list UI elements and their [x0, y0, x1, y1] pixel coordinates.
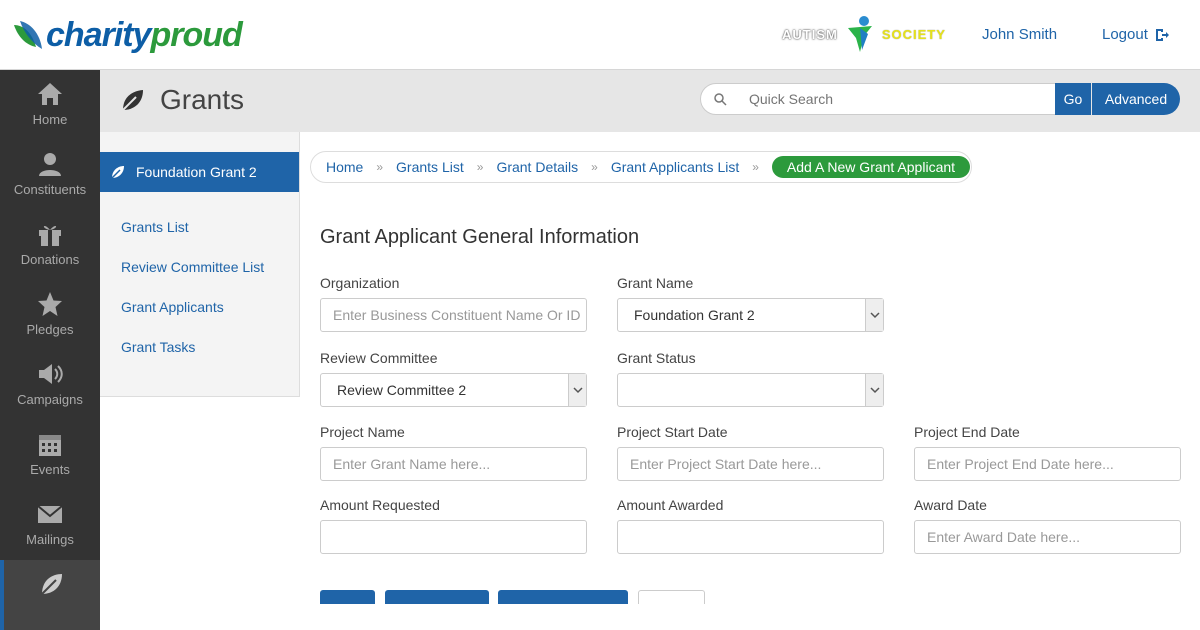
leaf-icon: [111, 166, 124, 179]
chevron-down-icon: [865, 374, 883, 406]
nav-item-home[interactable]: Home: [0, 70, 100, 140]
nav-item-label: Campaigns: [17, 392, 83, 407]
star-icon: [38, 292, 62, 316]
form-action-button[interactable]: [320, 590, 375, 604]
grant-sidebar-heading-text: Foundation Grant 2: [136, 164, 257, 180]
calendar-icon: [39, 435, 61, 456]
form-action-button[interactable]: [498, 590, 628, 604]
nav-item-label: Constituents: [13, 182, 87, 197]
review-committee-value: Review Committee 2: [337, 382, 467, 398]
amount-requested-label: Amount Requested: [320, 497, 440, 513]
amount-awarded-label: Amount Awarded: [617, 497, 724, 513]
review-committee-select[interactable]: Review Committee 2: [320, 373, 587, 407]
breadcrumb-separator: »: [591, 160, 598, 174]
leaf-logo-icon: [14, 21, 42, 49]
form-title: Grant Applicant General Information: [320, 226, 640, 248]
user-name-link[interactable]: John Smith: [982, 26, 1057, 43]
breadcrumb-separator: »: [376, 160, 384, 174]
home-icon: [38, 83, 62, 105]
breadcrumb-separator: »: [752, 160, 759, 174]
project-end-date-field[interactable]: Enter Project End Date here...: [914, 447, 1181, 481]
page-title-text: Grants: [160, 84, 245, 115]
breadcrumb-current: Add A New Grant Applicant: [771, 156, 971, 178]
gift-icon: [39, 225, 61, 246]
grant-status-select[interactable]: [617, 373, 884, 407]
breadcrumb-grant-applicants-list[interactable]: Grant Applicants List: [611, 159, 739, 175]
grant-name-value: Foundation Grant 2: [634, 307, 755, 323]
advanced-search-button[interactable]: Advanced: [1092, 83, 1180, 115]
nav-item-events[interactable]: Events: [0, 420, 100, 490]
quick-search: [700, 83, 1056, 115]
project-name-label: Project Name: [320, 424, 405, 440]
breadcrumb-home[interactable]: Home: [326, 159, 363, 175]
chevron-down-icon: [568, 374, 586, 406]
project-start-date-field[interactable]: Enter Project Start Date here...: [617, 447, 884, 481]
project-name-field[interactable]: Enter Grant Name here...: [320, 447, 587, 481]
top-bar: charityproud AUTISM SOCIETY John Smith L…: [0, 0, 1200, 70]
organization-field[interactable]: Enter Business Constituent Name Or ID: [320, 298, 587, 332]
nav-item-label: Donations: [20, 252, 80, 267]
project-start-date-label: Project Start Date: [617, 424, 728, 440]
chevron-down-icon: [865, 299, 883, 331]
breadcrumb-separator: »: [476, 160, 484, 174]
breadcrumb-grant-details[interactable]: Grant Details: [496, 159, 578, 175]
search-input[interactable]: [749, 91, 1039, 107]
amount-requested-field[interactable]: [320, 520, 587, 554]
logout-icon: [1155, 28, 1169, 41]
nav-item-grants[interactable]: [0, 560, 100, 630]
person-icon: [39, 153, 61, 176]
logo-text-proud: proud: [150, 16, 243, 54]
nav-item-label: Mailings: [26, 532, 74, 547]
logo-text-charity: charity: [46, 16, 151, 54]
sidebar-item-grant-tasks[interactable]: Grant Tasks: [121, 338, 264, 378]
page-title: Grants: [120, 84, 244, 116]
award-date-label: Award Date: [914, 497, 987, 513]
form-action-button[interactable]: [385, 590, 489, 604]
grant-sidebar-list: Grants List Review Committee List Grant …: [121, 218, 264, 378]
org-logo: AUTISM SOCIETY: [782, 14, 946, 54]
review-committee-label: Review Committee: [320, 350, 438, 366]
project-end-date-label: Project End Date: [914, 424, 1020, 440]
grant-name-select[interactable]: Foundation Grant 2: [617, 298, 884, 332]
logout-label: Logout: [1102, 26, 1148, 43]
org-logo-word1: AUTISM: [782, 26, 838, 42]
amount-awarded-field[interactable]: [617, 520, 884, 554]
grant-sidebar-heading[interactable]: Foundation Grant 2: [100, 152, 299, 192]
leaf-icon: [122, 90, 143, 111]
form-action-button[interactable]: [638, 590, 705, 604]
nav-item-mailings[interactable]: Mailings: [0, 490, 100, 560]
page-header: Grants Go Advanced: [100, 70, 1200, 132]
nav-item-donations[interactable]: Donations: [0, 210, 100, 280]
grant-sidebar: Foundation Grant 2 Grants List Review Co…: [100, 132, 300, 397]
left-nav: Home Constituents Donations Pledges Camp…: [0, 70, 100, 630]
search-icon: [714, 93, 727, 106]
organization-label: Organization: [320, 275, 400, 291]
go-button[interactable]: Go: [1055, 83, 1091, 115]
nav-item-pledges[interactable]: Pledges: [0, 280, 100, 350]
nav-item-constituents[interactable]: Constituents: [0, 140, 100, 210]
megaphone-icon: [39, 364, 63, 384]
envelope-icon: [37, 505, 63, 523]
grant-name-label: Grant Name: [617, 275, 694, 291]
org-logo-word2: SOCIETY: [881, 26, 946, 42]
nav-item-label: Home: [32, 112, 68, 127]
leaf-icon: [41, 574, 62, 595]
sidebar-item-review-committee-list[interactable]: Review Committee List: [121, 258, 264, 298]
award-date-field[interactable]: Enter Award Date here...: [914, 520, 1181, 554]
breadcrumb-grants-list[interactable]: Grants List: [396, 159, 464, 175]
breadcrumb: Home » Grants List » Grant Details » Gra…: [310, 151, 972, 183]
grant-status-label: Grant Status: [617, 350, 696, 366]
org-figure-icon: [847, 16, 872, 52]
logout-link[interactable]: Logout: [1102, 26, 1170, 43]
nav-item-label: Pledges: [26, 322, 74, 337]
nav-item-label: Events: [30, 462, 70, 477]
sidebar-item-grant-applicants[interactable]: Grant Applicants: [121, 298, 264, 338]
charityproud-logo[interactable]: charityproud: [10, 12, 260, 58]
nav-item-campaigns[interactable]: Campaigns: [0, 350, 100, 420]
sidebar-item-grants-list[interactable]: Grants List: [121, 218, 264, 258]
